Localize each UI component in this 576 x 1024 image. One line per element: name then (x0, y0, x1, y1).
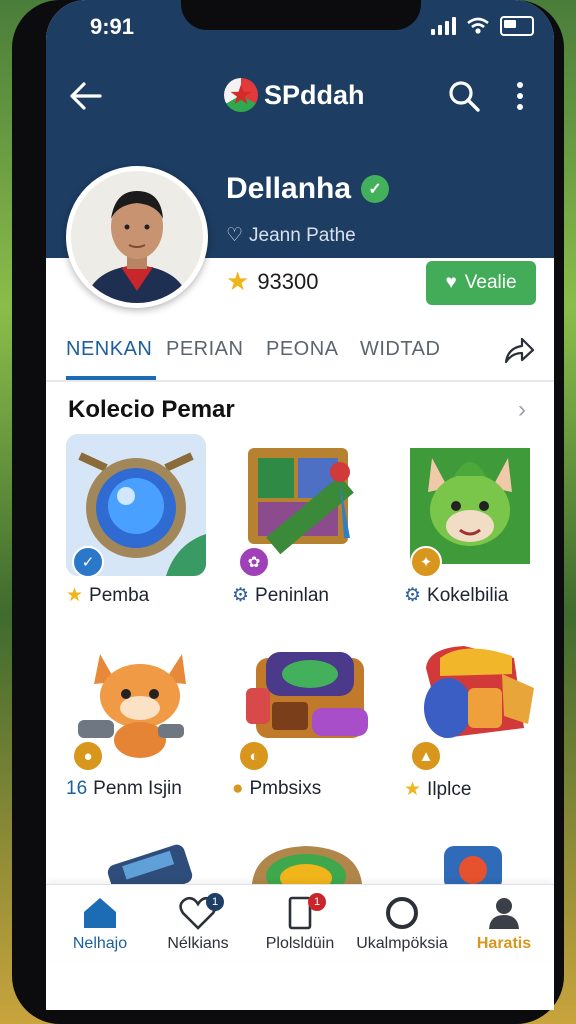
collection-title: Kolecio Pemar (68, 396, 235, 423)
notification-badge: 1 (308, 893, 326, 911)
map-scroll-item-image: ✿ (232, 434, 372, 576)
green-fox-item-image: ✦ (404, 434, 544, 576)
follow-button[interactable]: ♥ Vealie (426, 261, 536, 305)
profile-name: Dellanha ✓ (226, 172, 390, 206)
item-count: 16 (66, 778, 88, 799)
item-label-text: Pmbsixs (249, 778, 322, 799)
item-label: ● Pmbsixs (232, 778, 321, 800)
points-value: 93300 (257, 268, 319, 294)
nav-item-profile[interactable]: Haratis (454, 895, 554, 953)
signal-icon (431, 17, 456, 35)
chevron-right-icon[interactable]: › (518, 396, 526, 424)
profile-subtitle: ♡ Jeann Pathe (226, 224, 356, 247)
profile-subtitle-text: Jeann Pathe (249, 224, 356, 246)
person-icon (489, 898, 519, 929)
item-label: ⚙ Peninlan (232, 584, 329, 607)
item-label: ⚙ Kokelbilia (404, 584, 508, 607)
item-badge: ● (72, 740, 104, 770)
wifi-icon (467, 17, 489, 34)
collection-item[interactable]: ✦ ⚙ Kokelbilia (404, 434, 554, 624)
tab-bar: NENKAN PERIAN PEONA WIDTAD (46, 330, 554, 382)
bottom-nav: Nelhajo 1 Nélkians 1 Plolsldüin Ukalmpök… (46, 884, 554, 961)
item-badge: ✿ (238, 546, 270, 576)
item-label-text: Ilplce (427, 778, 472, 800)
heart-outline-icon: ♡ (226, 225, 244, 246)
notch (181, 0, 421, 30)
collection-item[interactable]: ◐ ● Pmbsixs (232, 628, 382, 818)
more-options-icon[interactable] (510, 78, 530, 114)
points-display: ★ 93300 (226, 266, 319, 297)
item-label: ★ Ilplce (404, 778, 471, 801)
device-item-partial-icon (107, 844, 193, 884)
nav-label: Ukalmpöksia (356, 935, 448, 952)
collection-item[interactable]: ✿ ⚙ Peninlan (232, 434, 382, 624)
app-logo: ★ SPddah (224, 78, 365, 112)
gear-icon: ⚙ (404, 585, 422, 606)
item-label: 16 Penm Isjin (66, 778, 182, 800)
search-icon[interactable] (446, 78, 482, 114)
item-label-text: Kokelbilia (427, 584, 509, 606)
logo-star-icon: ★ (224, 78, 258, 112)
item-badge: ▲ (410, 740, 442, 770)
status-time: 9:91 (90, 14, 135, 39)
nav-item-favorites[interactable]: 1 Nélkians (148, 893, 248, 953)
follow-button-label: Vealie (464, 272, 517, 293)
gear-icon: ⚙ (232, 585, 250, 606)
collection-item[interactable]: ● 16 Penm Isjin (66, 628, 216, 818)
active-tab-indicator (66, 376, 156, 380)
home-indicator[interactable] (172, 1000, 362, 1008)
star-icon: ★ (404, 779, 422, 800)
backpack-item-image: ▲ (404, 628, 544, 770)
orange-cat-item-image: ● (66, 628, 206, 770)
profile-name-text: Dellanha (226, 172, 352, 205)
home-icon (84, 898, 116, 928)
item-label-text: Penm Isjin (93, 778, 182, 799)
tab-nenkan[interactable]: NENKAN (66, 338, 152, 361)
phone-frame: 9:91 ★ SPddah Dellanha ✓ ♡ Jeann Pathe ★… (12, 0, 564, 1024)
app-name: SPddah (264, 79, 365, 110)
tab-perian[interactable]: PERIAN (166, 338, 243, 361)
shield-item-image: ✓ (66, 434, 206, 576)
share-icon[interactable] (502, 334, 536, 368)
tab-widtad[interactable]: WIDTAD (360, 338, 440, 361)
item-badge: ◐ (238, 740, 270, 770)
avatar[interactable] (66, 166, 208, 308)
nav-item-activity[interactable]: Ukalmpöksia (352, 895, 452, 953)
chest-item-image: ◐ (232, 628, 372, 770)
top-bar: ★ SPddah (46, 74, 554, 124)
item-badge: ✓ (72, 546, 104, 576)
item-badge: ✦ (410, 546, 442, 576)
circle-icon (386, 897, 418, 929)
collection-item[interactable]: ✓ ★ Pemba (66, 434, 216, 624)
item-label-text: Peninlan (255, 584, 329, 606)
star-icon: ★ (226, 266, 250, 296)
star-icon: ★ (66, 585, 84, 606)
tab-peona[interactable]: PEONA (266, 338, 339, 361)
verified-icon: ✓ (361, 175, 390, 203)
notification-badge: 1 (206, 893, 224, 911)
nav-item-devices[interactable]: 1 Plolsldüin (250, 893, 350, 953)
nav-item-home[interactable]: Nelhajo (50, 895, 150, 953)
item-label-text: Pemba (89, 584, 150, 606)
collection-item[interactable]: ▲ ★ Ilplce (404, 628, 554, 818)
nav-label: Nelhajo (72, 935, 128, 952)
shield-item-partial-icon (252, 846, 362, 884)
item-label: ★ Pemba (66, 584, 149, 607)
nav-label: Haratis (476, 935, 532, 952)
heart-icon: ♥ (445, 272, 457, 293)
battery-icon (500, 16, 534, 36)
status-icons (431, 16, 534, 36)
nav-label: Nélkians (167, 935, 229, 952)
person-portrait-icon (71, 171, 203, 303)
lantern-item-partial-icon (444, 846, 502, 884)
app-screen: 9:91 ★ SPddah Dellanha ✓ ♡ Jeann Pathe ★… (46, 0, 554, 1010)
coin-icon: ● (232, 778, 244, 799)
nav-label: Plolsldüin (265, 935, 335, 952)
back-icon[interactable] (64, 76, 104, 116)
